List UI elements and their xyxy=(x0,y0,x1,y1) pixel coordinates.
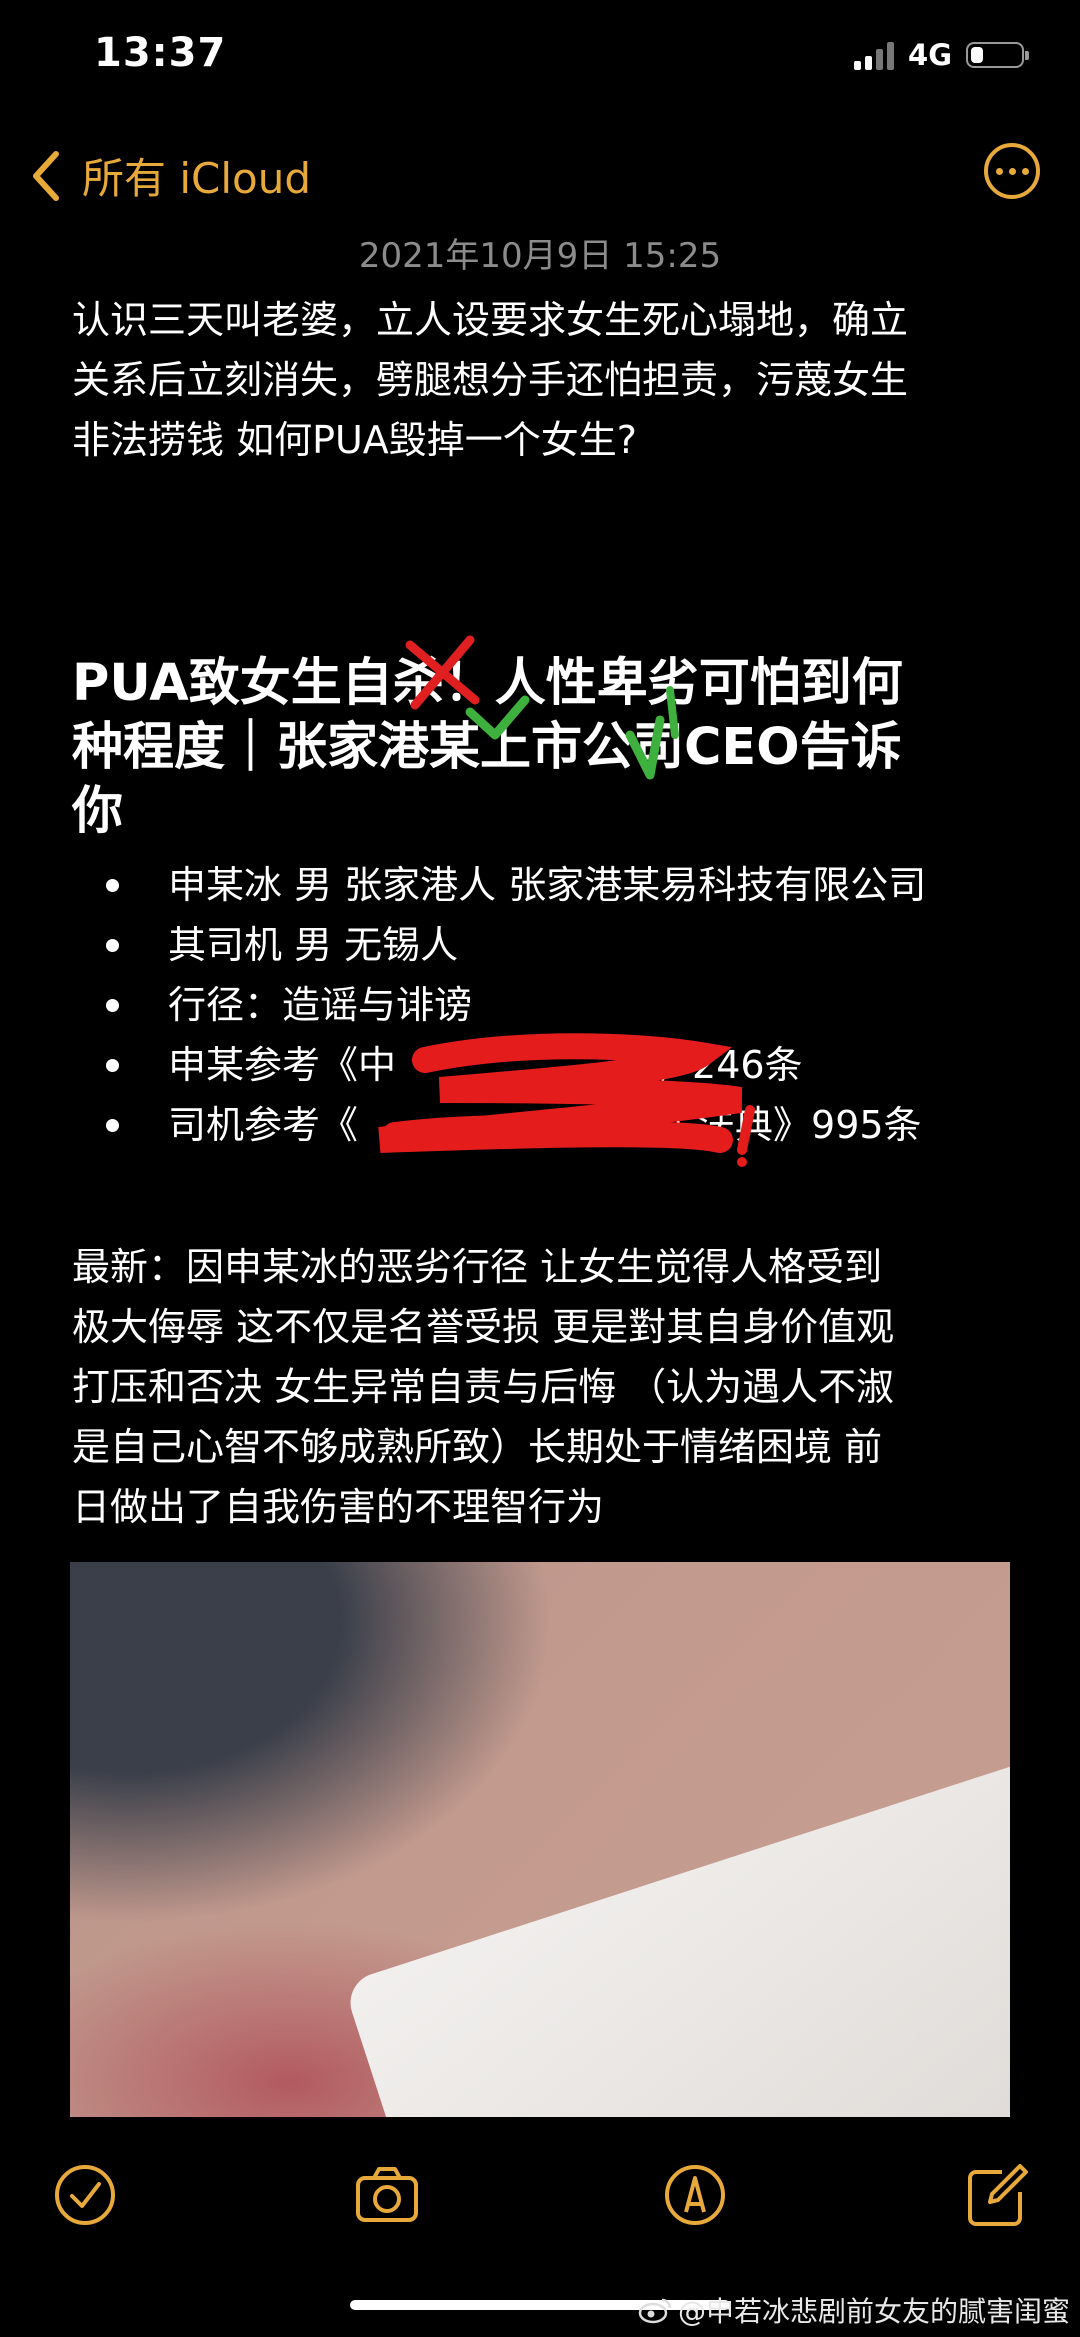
list-item: 申某冰 男 张家港人 张家港某易科技有限公司 xyxy=(100,855,1060,915)
latest-line: 极大侮辱 这不仅是名誉受损 更是對其自身价值观 xyxy=(72,1305,895,1349)
markup-pen-icon[interactable] xyxy=(660,2160,730,2230)
latest-line: 日做出了自我伤害的不理智行为 xyxy=(72,1485,605,1529)
camera-icon[interactable] xyxy=(352,2160,422,2230)
back-button[interactable]: 所有 iCloud xyxy=(30,145,311,206)
signal-icon xyxy=(854,40,895,70)
ellipsis-icon xyxy=(995,167,1003,175)
list-item: 其司机 男 无锡人 xyxy=(100,915,1060,975)
note-date: 2021年10月9日 15:25 xyxy=(358,236,722,276)
latest-line: 是自己心智不够成熟所致）长期处于情绪困境 前 xyxy=(72,1425,883,1469)
list-item: 申某参考《中 法》246条 xyxy=(100,1035,1060,1095)
watermark-text: @申若冰悲剧前女友的腻害闺蜜 xyxy=(677,2295,1070,2328)
intro-line: 认识三天叫老婆，立人设要求女生死心塌地，确立 xyxy=(72,298,909,342)
note-latest-paragraph[interactable]: 最新：因申某冰的恶劣行径 让女生觉得人格受到 极大侮辱 这不仅是名誉受损 更是對… xyxy=(72,1237,1022,1537)
battery-level xyxy=(971,47,983,63)
bullet-list[interactable]: 申某冰 男 张家港人 张家港某易科技有限公司 其司机 男 无锡人 行径：造谣与诽… xyxy=(100,855,1060,1155)
note-photo-attachment[interactable] xyxy=(70,1562,1010,2117)
chevron-left-icon xyxy=(33,150,59,201)
heading-line: 种程度｜张家港某上市公司CEO告诉 xyxy=(72,718,902,777)
status-time: 13:37 xyxy=(94,30,227,76)
latest-line: 打压和否决 女生异常自责与后悔 （认为遇人不淑 xyxy=(72,1365,895,1409)
list-item: 司机参考《 和国民法典》995条 xyxy=(100,1095,1060,1155)
intro-line: 关系后立刻消失，劈腿想分手还怕担责，污蔑女生 xyxy=(72,358,909,402)
status-indicators: 4G xyxy=(854,38,1029,72)
watermark: @申若冰悲剧前女友的腻害闺蜜 xyxy=(638,2290,1070,2330)
compose-icon[interactable] xyxy=(962,2160,1032,2230)
back-label: 所有 iCloud xyxy=(82,154,311,203)
note-intro[interactable]: 认识三天叫老婆，立人设要求女生死心塌地，确立 关系后立刻消失，劈腿想分手还怕担责… xyxy=(72,290,1022,470)
more-options-button[interactable] xyxy=(984,143,1040,199)
battery-icon xyxy=(966,42,1029,68)
network-type: 4G xyxy=(908,38,952,72)
heading-line: PUA致女生自杀！人性卑劣可怕到何 xyxy=(72,654,903,713)
note-heading[interactable]: PUA致女生自杀！人性卑劣可怕到何 种程度｜张家港某上市公司CEO告诉 你 xyxy=(72,652,1022,844)
checkmark-circle-icon[interactable] xyxy=(50,2160,120,2230)
weibo-logo-icon xyxy=(638,2298,672,2324)
intro-line: 非法捞钱 如何PUA毁掉一个女生? xyxy=(72,418,637,462)
heading-line: 你 xyxy=(72,782,124,841)
latest-line: 最新：因申某冰的恶劣行径 让女生觉得人格受到 xyxy=(72,1245,883,1289)
photo-content xyxy=(342,1761,1010,2117)
list-item: 行径：造谣与诽谤 xyxy=(100,975,1060,1035)
